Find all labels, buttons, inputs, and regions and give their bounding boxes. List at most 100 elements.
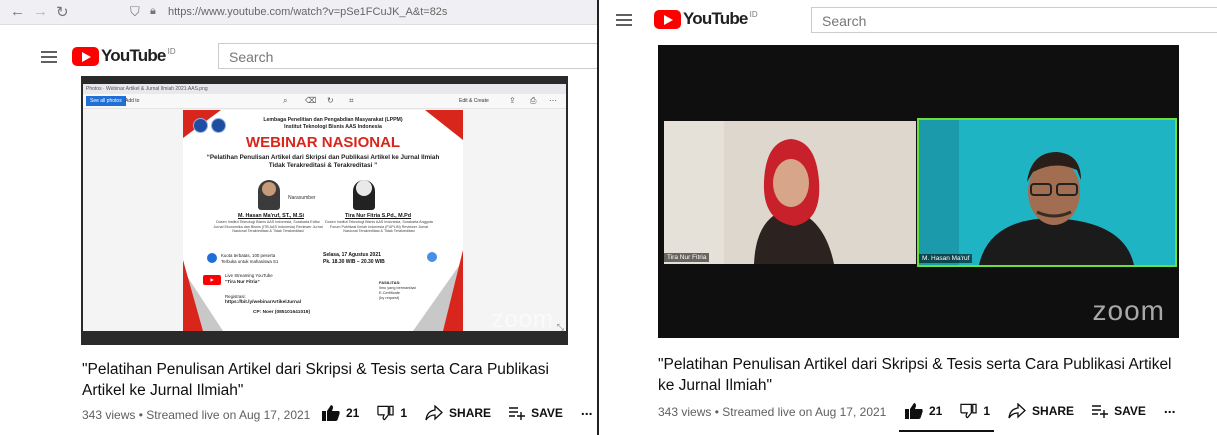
webinar-poster: Photos · Webinar Artikel & Jurnal Ilmiah… [83, 84, 566, 333]
quota-icon [207, 253, 217, 263]
poster-facility-2: E-Certificate [379, 291, 400, 295]
youtube-logo-text: YouTube [101, 46, 166, 65]
participant-1-video [664, 121, 916, 264]
poster-registration-label: Registrasi: [225, 294, 246, 299]
dislike-button-right[interactable]: 1 [960, 403, 990, 419]
like-button-right[interactable]: 21 [905, 403, 942, 419]
save-button-right[interactable]: SAVE [1092, 404, 1146, 418]
playlist-add-icon [509, 407, 526, 420]
institution-logo-2 [211, 118, 226, 133]
youtube-logo-text-right: YouTube [683, 9, 748, 28]
share-label: SHARE [449, 406, 492, 420]
like-button[interactable]: 21 [322, 405, 359, 421]
left-screenshot: ← → ↻ ⛉ 🔒︎ https://www.youtube.com/watch… [0, 0, 599, 435]
calendar-icon [427, 252, 437, 262]
share-icon [425, 405, 444, 421]
poster-subtitle: “Pelatihan Penulisan Artikel dari Skrips… [206, 154, 440, 169]
share-button[interactable]: SHARE [425, 405, 491, 421]
action-bar-right: 21 1 SHARE SAVE ... [905, 400, 1194, 419]
poster-contact: CP: Noer (085101641019) [253, 310, 311, 315]
menu-icon[interactable] [41, 51, 57, 63]
poster-speaker-1-desc: Dosen Institut Teknologi Bisnis AAS Indo… [213, 220, 323, 234]
zoom-watermark: zoom [491, 306, 554, 333]
video-player-right[interactable]: Tira Nur Fitria M. Hasan Ma'ruf zoom [658, 45, 1179, 338]
country-code: ID [167, 46, 176, 56]
youtube-logo-right[interactable]: YouTube ID [654, 9, 758, 29]
thumbs-down-icon-right [960, 403, 978, 419]
video-title-right: "Pelatihan Penulisan Artikel dari Skrips… [658, 356, 1172, 394]
poster-speaker-2-name: Tira Nur Fitria S.Pd., M.Pd [344, 213, 412, 219]
save-label: SAVE [531, 406, 563, 420]
dislike-button[interactable]: 1 [377, 405, 407, 421]
like-count: 21 [346, 406, 360, 420]
poster-live-1: Live Streaming YouTube [225, 273, 273, 278]
right-screenshot: YouTube ID Search Tira Nur Fitria M. Has… [599, 0, 1217, 435]
menu-icon-right[interactable] [616, 14, 632, 26]
reload-icon[interactable]: ↻ [56, 3, 69, 21]
video-player[interactable]: Photos · Webinar Artikel & Jurnal Ilmiah… [81, 76, 568, 345]
add-to-button: Add to [125, 98, 140, 104]
dislike-count: 1 [400, 406, 408, 420]
expand-icon: ⤡ [556, 322, 564, 332]
more-tool-icon: ⋯ [549, 96, 557, 105]
participant-2-video [919, 120, 1175, 265]
poster-canvas: Lembaga Penelitian dan Pengabdian Masyar… [183, 110, 463, 331]
youtube-header-right: YouTube ID Search [599, 0, 1217, 40]
share-icon-right [1008, 403, 1027, 419]
poster-registration-link: https://bit.ly/webinarArtikelJurnal [225, 300, 301, 305]
poster-speaker-1-name: M. Hasan Ma'ruf, ST., M.Si [238, 213, 304, 219]
poster-quota-1: Kuota terbatas, 100 peserta [221, 253, 276, 258]
speaker-1-face [262, 182, 276, 196]
thumbs-up-icon [322, 405, 340, 421]
poster-heading: WEBINAR NASIONAL [245, 134, 401, 151]
save-button[interactable]: SAVE [509, 406, 563, 420]
more-actions-button-right[interactable]: ... [1164, 400, 1176, 416]
poster-time: Pk. 18.30 WIB – 20.30 WIB [323, 259, 385, 265]
action-bar: 21 1 SHARE SAVE ... [322, 402, 597, 421]
share-button-right[interactable]: SHARE [1008, 403, 1074, 419]
video-meta: 343 views • Streamed live on Aug 17, 202… [82, 408, 311, 422]
print-tool-icon: ⎙ [530, 96, 537, 105]
country-code-right: ID [749, 9, 758, 19]
lock-icon: 🔒︎ [150, 5, 156, 17]
participant-1-name: Tira Nur Fitria [664, 253, 710, 262]
youtube-logo[interactable]: YouTube ID [72, 46, 176, 66]
like-ratio-bar [899, 430, 994, 432]
participant-2-name: M. Hasan Ma'ruf [919, 254, 973, 263]
photo-breadcrumb: Photos · Webinar Artikel & Jurnal Ilmiah… [83, 84, 566, 94]
poster-live-2: “Tira Nur Fitria” [225, 279, 260, 284]
crop-tool-icon: ⌗ [349, 96, 354, 105]
participant-1-tile: Tira Nur Fitria [664, 121, 916, 264]
search-input[interactable]: Search [218, 43, 597, 69]
speaker-2-hijab [356, 180, 372, 196]
playlist-add-icon-right [1092, 405, 1109, 418]
forward-arrow-icon[interactable]: → [33, 3, 48, 20]
more-actions-button[interactable]: ... [581, 402, 593, 418]
poster-org-1: Lembaga Penelitian dan Pengabdian Masyar… [263, 117, 403, 123]
see-all-photos-button: See all photos [86, 96, 126, 106]
browser-toolbar: ← → ↻ ⛉ 🔒︎ https://www.youtube.com/watch… [0, 0, 597, 25]
delete-tool-icon: ⌫ [305, 96, 317, 105]
dislike-count-right: 1 [983, 404, 991, 418]
youtube-play-icon-right [654, 9, 681, 29]
share-label-right: SHARE [1032, 404, 1075, 418]
back-arrow-icon[interactable]: ← [10, 3, 25, 20]
poster-fasilitas: FASILITAS: [379, 280, 401, 285]
youtube-badge-icon: ▶ [203, 275, 221, 285]
youtube-header: YouTube ID Search [0, 36, 597, 76]
participant-2-tile: M. Hasan Ma'ruf [917, 118, 1177, 267]
poster-date: Selasa, 17 Agustus 2021 [323, 252, 381, 258]
poster-narasumber: Narasumber [288, 195, 316, 201]
shield-icon[interactable]: ⛉ [130, 4, 140, 20]
search-input-right[interactable]: Search [811, 7, 1217, 33]
zoom-tool-icon: ⌕ [283, 96, 288, 105]
photo-toolbar: See all photos Add to ⌕ ⌫ ↻ ⌗ Edit & Cre… [83, 94, 566, 109]
zoom-watermark-right: zoom [1092, 295, 1165, 326]
video-meta-right: 343 views • Streamed live on Aug 17, 202… [658, 405, 887, 419]
address-bar[interactable]: https://www.youtube.com/watch?v=pSe1FCuJ… [168, 3, 588, 21]
poster-speaker-2-desc: Dosen Institut Teknologi Bisnis AAS Indo… [325, 220, 433, 234]
youtube-play-icon [72, 46, 99, 66]
edit-create-button: Edit & Create [459, 98, 489, 104]
poster-org-2: Institut Teknologi Bisnis AAS Indonesia [284, 124, 382, 130]
poster-facility-3: (by request) [379, 296, 400, 300]
